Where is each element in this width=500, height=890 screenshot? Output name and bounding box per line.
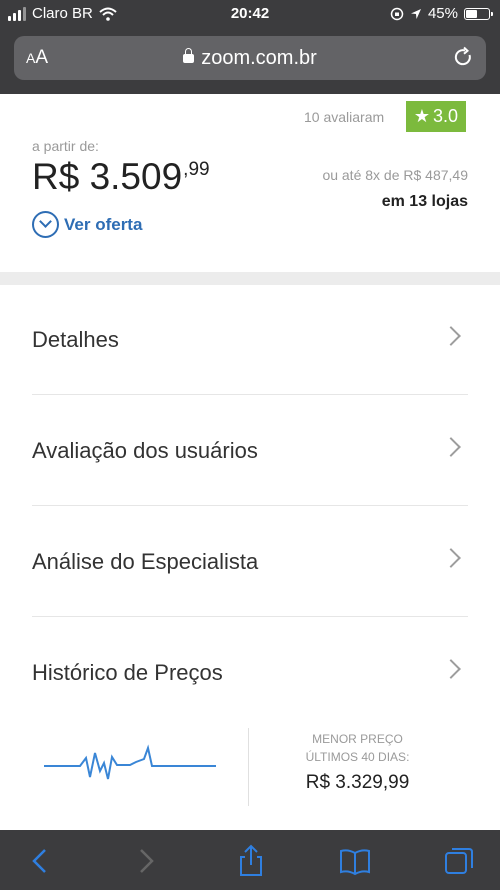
battery-icon (464, 7, 493, 20)
section-label: Análise do Especialista (32, 549, 259, 574)
see-offer-link[interactable]: Ver oferta (32, 211, 142, 238)
chevron-right-icon (441, 326, 461, 346)
section-user-reviews[interactable]: Avaliação dos usuários (32, 396, 468, 506)
url-field[interactable]: zoom.com.br (14, 47, 486, 70)
lowest-price-value: R$ 3.329,99 (305, 772, 410, 793)
section-label: Histórico de Preços (32, 660, 223, 685)
chevron-right-icon (441, 659, 461, 679)
history-separator (248, 728, 249, 806)
browser-address-area: AA zoom.com.br (0, 28, 500, 94)
store-count: em 13 lojas (381, 193, 468, 210)
section-price-history[interactable]: Histórico de Preços (32, 618, 468, 728)
status-right: 45% (390, 5, 493, 22)
tabs-icon[interactable] (442, 844, 476, 878)
see-offer-label: Ver oferta (64, 214, 143, 234)
location-icon (410, 8, 421, 19)
status-bar: Claro BR 20:42 45% (0, 0, 500, 28)
chevron-right-icon (441, 548, 461, 568)
section-divider (0, 272, 500, 285)
address-bar[interactable]: AA zoom.com.br (14, 36, 486, 80)
price-from-label: a partir de: (32, 138, 99, 154)
section-label: Detalhes (32, 327, 119, 352)
browser-toolbar (0, 830, 500, 890)
lowest-price-label: MENOR PREÇO ÚLTIMOS 40 DIAS: (305, 732, 410, 764)
chevron-right-icon (441, 437, 461, 457)
rating-count: 10 avaliaram (304, 109, 385, 125)
lock-icon (183, 48, 195, 63)
price-history-sparkline (44, 744, 216, 780)
star-icon: ★ (413, 106, 431, 126)
url-text: zoom.com.br (201, 47, 317, 69)
share-icon[interactable] (234, 844, 268, 878)
reload-icon[interactable] (452, 46, 474, 68)
rating-value: 3.0 (433, 106, 459, 126)
price: R$ 3.509,99 (32, 156, 210, 198)
back-icon[interactable] (24, 844, 58, 878)
price-cents: ,99 (183, 159, 210, 180)
orientation-lock-icon (390, 7, 404, 20)
rating-badge: ★ 3.0 (406, 101, 466, 132)
bookmarks-icon[interactable] (338, 844, 372, 878)
forward-icon[interactable] (128, 844, 162, 878)
price-main: R$ 3.509 (32, 156, 183, 197)
section-expert-analysis[interactable]: Análise do Especialista (32, 507, 468, 617)
chevron-down-circle-icon (32, 211, 59, 238)
battery-percent: 45% (427, 5, 458, 22)
installments-text: ou até 8x de R$ 487,49 (322, 167, 468, 183)
section-details[interactable]: Detalhes (32, 285, 468, 395)
section-label: Avaliação dos usuários (32, 438, 258, 463)
